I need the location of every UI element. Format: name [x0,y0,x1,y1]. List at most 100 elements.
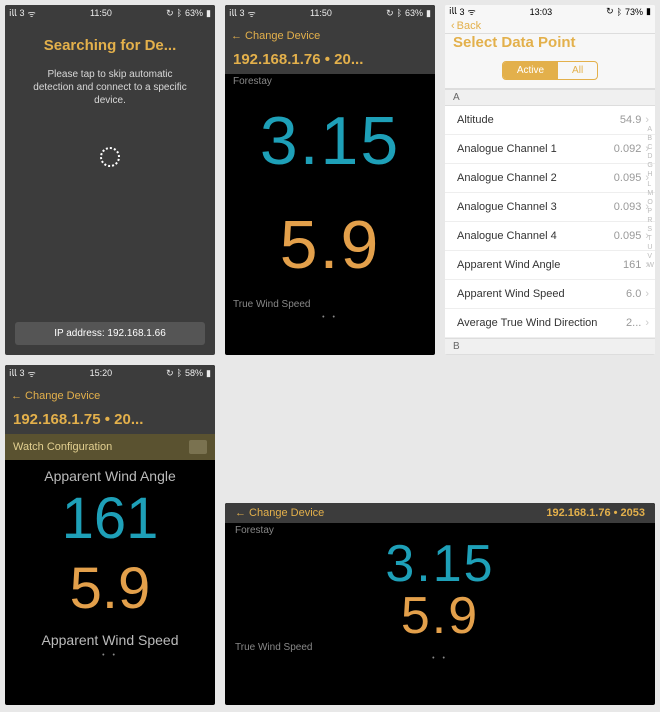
page-dots[interactable]: • • [225,653,655,666]
ip-address-bar[interactable]: IP address: 192.168.1.66 [15,322,205,345]
carrier-label: 3 [240,8,245,18]
value-forestay[interactable]: 3.15 [225,89,435,193]
change-device-link[interactable]: ← Change Device [231,30,320,42]
alpha-index[interactable]: ABCDGHLMOPRSTUVW [647,125,654,271]
list-row[interactable]: Apparent Wind Speed6.0› [445,280,655,309]
row-value: 0.092 [614,143,642,155]
signal-icon: 𝗂𝗅𝗅 [9,368,17,379]
row-value: 0.095 [614,230,642,242]
index-letter[interactable]: B [647,134,654,143]
orientation-lock-icon: ↻ [166,368,174,379]
bottom-value-label: Apparent Wind Speed [5,624,215,648]
index-letter[interactable]: W [647,261,654,270]
hint-text: Please tap to skip automatic detection a… [33,68,186,107]
top-value-label: Forestay [225,74,435,89]
searching-body[interactable]: Searching for De... Please tap to skip a… [5,21,215,322]
index-letter[interactable]: T [647,234,654,243]
list-row[interactable]: Analogue Channel 20.095› [445,164,655,193]
screen-landscape-display: ← Change Device 192.168.1.76 • 2053 Fore… [225,503,655,705]
section-divider-b: B [445,338,655,355]
index-letter[interactable]: O [647,198,654,207]
list-row[interactable]: Average True Wind Direction2...› [445,309,655,338]
bluetooth-icon: ᛒ [177,368,182,378]
status-bar: 𝗂𝗅𝗅3ᯤ 11:50 ↻ᛒ63%▮ [225,5,435,21]
nav-bar: ← Change Device 192.168.1.76 • 2053 [225,503,655,523]
signal-icon: 𝗂𝗅𝗅 [9,8,17,19]
top-value-label: Apparent Wind Angle [5,460,215,484]
index-letter[interactable]: R [647,216,654,225]
watch-config-bar[interactable]: Watch Configuration [5,434,215,460]
row-value: 54.9 [620,114,641,126]
bluetooth-icon: ᛒ [177,8,182,18]
battery-icon: ▮ [206,8,211,19]
screen-watch-config: 𝗂𝗅𝗅3ᯤ 15:20 ↻ᛒ58%▮ ← Change Device 192.1… [5,365,215,705]
clock: 13:03 [530,7,553,17]
clock: 11:50 [90,8,112,18]
index-letter[interactable]: U [647,243,654,252]
segment-all[interactable]: All [558,62,597,79]
page-dots[interactable]: • • [5,648,215,663]
row-value: 161 [623,259,641,271]
clock: 15:20 [90,368,113,378]
list-row[interactable]: Apparent Wind Angle161› [445,251,655,280]
row-key: Analogue Channel 2 [457,172,557,184]
index-letter[interactable]: C [647,143,654,152]
index-letter[interactable]: G [647,161,654,170]
chevron-right-icon: › [645,317,649,329]
wifi-icon: ᯤ [468,5,476,18]
value-forestay[interactable]: 3.15 [225,538,655,590]
nav-bar: ← Change Device [225,21,435,51]
change-device-link[interactable]: ← Change Device [235,507,324,519]
page-title: Select Data Point [445,34,655,57]
bottom-value-label: True Wind Speed [225,297,435,312]
ip-title: 192.168.1.75 • 20... [5,411,215,434]
screen-select-datapoint: 𝗂𝗅𝗅3ᯤ 13:03 ↻ᛒ73%▮ ‹Back Select Data Poi… [445,5,655,355]
list-row[interactable]: Altitude54.9› [445,106,655,135]
bluetooth-icon: ᛒ [397,8,402,18]
spinner-icon [100,147,120,167]
back-button[interactable]: ‹Back [451,20,481,32]
segmented-control: Active All [445,57,655,89]
orientation-lock-icon: ↻ [606,6,614,17]
signal-icon: 𝗂𝗅𝗅 [449,6,457,17]
wifi-icon: ᯤ [248,7,256,20]
value-awa[interactable]: 161 [5,484,215,554]
signal-icon: 𝗂𝗅𝗅 [229,8,237,19]
segment-active[interactable]: Active [503,62,558,79]
battery-percent: 73% [625,7,643,17]
index-letter[interactable]: S [647,225,654,234]
wifi-icon: ᯤ [28,7,36,20]
nav-bar: ← Change Device [5,381,215,411]
row-key: Analogue Channel 3 [457,201,557,213]
list-row[interactable]: Analogue Channel 10.092› [445,135,655,164]
list-row[interactable]: Analogue Channel 30.093› [445,193,655,222]
carrier-label: 3 [20,8,25,18]
index-letter[interactable]: P [647,207,654,216]
ip-title: 192.168.1.76 • 2053 [546,507,645,519]
carrier-label: 3 [20,368,25,378]
index-letter[interactable]: M [647,189,654,198]
status-bar: 𝗂𝗅𝗅3ᯤ 13:03 ↻ᛒ73%▮ [445,5,655,18]
value-tws[interactable]: 5.9 [225,590,655,642]
nav-bar: ‹Back [445,18,655,34]
index-letter[interactable]: V [647,252,654,261]
row-value: 2... [626,317,641,329]
row-key: Analogue Channel 4 [457,230,557,242]
value-aws[interactable]: 5.9 [5,554,215,624]
index-letter[interactable]: L [647,180,654,189]
wifi-icon: ᯤ [28,367,36,380]
battery-icon: ▮ [206,368,211,379]
value-tws[interactable]: 5.9 [225,193,435,297]
row-key: Apparent Wind Angle [457,259,560,271]
battery-percent: 63% [405,8,423,18]
row-key: Analogue Channel 1 [457,143,557,155]
index-letter[interactable]: D [647,152,654,161]
orientation-lock-icon: ↻ [386,8,394,19]
index-letter[interactable]: H [647,170,654,179]
status-bar: 𝗂𝗅𝗅3ᯤ 11:50 ↻ᛒ63%▮ [5,5,215,21]
chevron-left-icon: ‹ [451,20,455,32]
list-row[interactable]: Analogue Channel 40.095› [445,222,655,251]
page-dots[interactable]: • • [225,312,435,325]
change-device-link[interactable]: ← Change Device [11,390,100,402]
index-letter[interactable]: A [647,125,654,134]
